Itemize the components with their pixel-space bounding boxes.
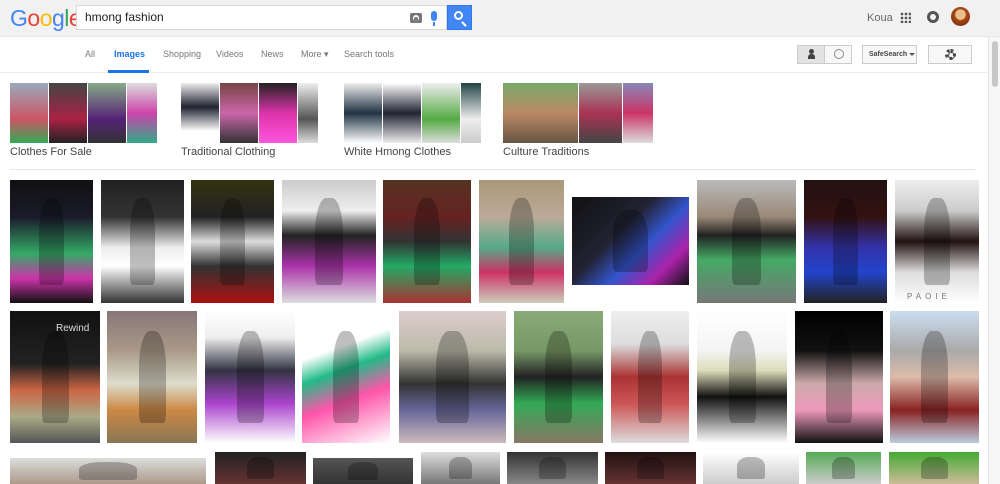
- image-result[interactable]: [806, 452, 881, 484]
- notifications-icon[interactable]: [927, 11, 939, 23]
- image-result[interactable]: [697, 180, 796, 303]
- image-result[interactable]: [399, 311, 506, 443]
- tab-images[interactable]: Images: [114, 49, 145, 59]
- google-images-page: Google Koua All Images Shopping Videos N…: [0, 0, 1000, 484]
- image-caption-overlay: Rewind: [56, 323, 90, 334]
- image-result[interactable]: [479, 180, 564, 303]
- scrollbar-thumb[interactable]: [992, 41, 998, 87]
- image-result[interactable]: [703, 452, 799, 484]
- divider: [10, 169, 975, 170]
- image-result[interactable]: Rewind: [10, 311, 100, 443]
- image-result[interactable]: [383, 180, 471, 303]
- image-result[interactable]: [804, 180, 887, 303]
- camera-icon[interactable]: [410, 13, 422, 23]
- image-result[interactable]: [205, 311, 295, 443]
- image-result[interactable]: [795, 311, 883, 443]
- apps-icon[interactable]: [900, 12, 911, 23]
- image-result[interactable]: [302, 311, 390, 443]
- google-logo[interactable]: Google: [10, 5, 82, 32]
- personal-results-button[interactable]: [798, 46, 825, 63]
- image-result[interactable]: [191, 180, 274, 303]
- tab-videos[interactable]: Videos: [216, 49, 243, 59]
- safesearch-button[interactable]: SafeSearch: [862, 45, 917, 64]
- active-tab-indicator: [108, 70, 149, 73]
- search-button[interactable]: [447, 5, 472, 30]
- image-result[interactable]: [605, 452, 696, 484]
- caret-down-icon: [909, 52, 916, 56]
- image-caption-overlay: PAOIE: [907, 292, 951, 301]
- search-icon: [454, 11, 463, 20]
- image-result[interactable]: [572, 197, 689, 285]
- image-result[interactable]: [514, 311, 603, 443]
- image-result[interactable]: [313, 458, 413, 484]
- search-tabs: All Images Shopping Videos News More ▾ S…: [0, 37, 1000, 73]
- person-icon: [808, 49, 815, 59]
- safesearch-label: SafeSearch: [869, 51, 908, 58]
- related-search-culture-traditions[interactable]: Culture Traditions: [503, 83, 653, 158]
- user-name[interactable]: Koua: [867, 12, 893, 24]
- image-result[interactable]: [282, 180, 376, 303]
- mic-icon[interactable]: [431, 11, 437, 26]
- related-search-traditional-clothing[interactable]: Traditional Clothing: [181, 83, 331, 158]
- tab-all[interactable]: All: [85, 49, 95, 59]
- image-result[interactable]: [101, 180, 184, 303]
- related-search-clothes-for-sale[interactable]: Clothes For Sale: [10, 83, 160, 158]
- avatar[interactable]: [951, 7, 970, 26]
- search-box: [76, 5, 447, 30]
- image-result[interactable]: [215, 452, 306, 484]
- settings-button[interactable]: [928, 45, 972, 64]
- tab-shopping[interactable]: Shopping: [163, 49, 201, 59]
- image-result[interactable]: [890, 311, 979, 443]
- image-result[interactable]: [107, 311, 197, 443]
- image-result[interactable]: [421, 452, 500, 484]
- image-result[interactable]: PAOIE: [895, 180, 979, 303]
- search-input[interactable]: [85, 10, 385, 24]
- related-label: Clothes For Sale: [10, 146, 92, 158]
- header: Google Koua: [0, 0, 1000, 37]
- related-label: Culture Traditions: [503, 146, 590, 158]
- tab-more[interactable]: More ▾: [301, 49, 329, 60]
- image-result[interactable]: [889, 452, 979, 484]
- gear-icon: [945, 49, 956, 60]
- tab-search-tools[interactable]: Search tools: [344, 49, 394, 59]
- related-search-white-hmong-clothes[interactable]: White Hmong Clothes: [344, 83, 494, 158]
- image-result[interactable]: [611, 311, 689, 443]
- globe-icon[interactable]: [834, 49, 844, 59]
- tab-news[interactable]: News: [261, 49, 284, 59]
- image-result[interactable]: [10, 458, 206, 484]
- related-label: White Hmong Clothes: [344, 146, 451, 158]
- view-toggle: [797, 45, 852, 64]
- scrollbar[interactable]: [988, 37, 1000, 484]
- image-result[interactable]: [10, 180, 93, 303]
- image-result[interactable]: [507, 452, 598, 484]
- related-label: Traditional Clothing: [181, 146, 276, 158]
- image-result[interactable]: [697, 311, 787, 443]
